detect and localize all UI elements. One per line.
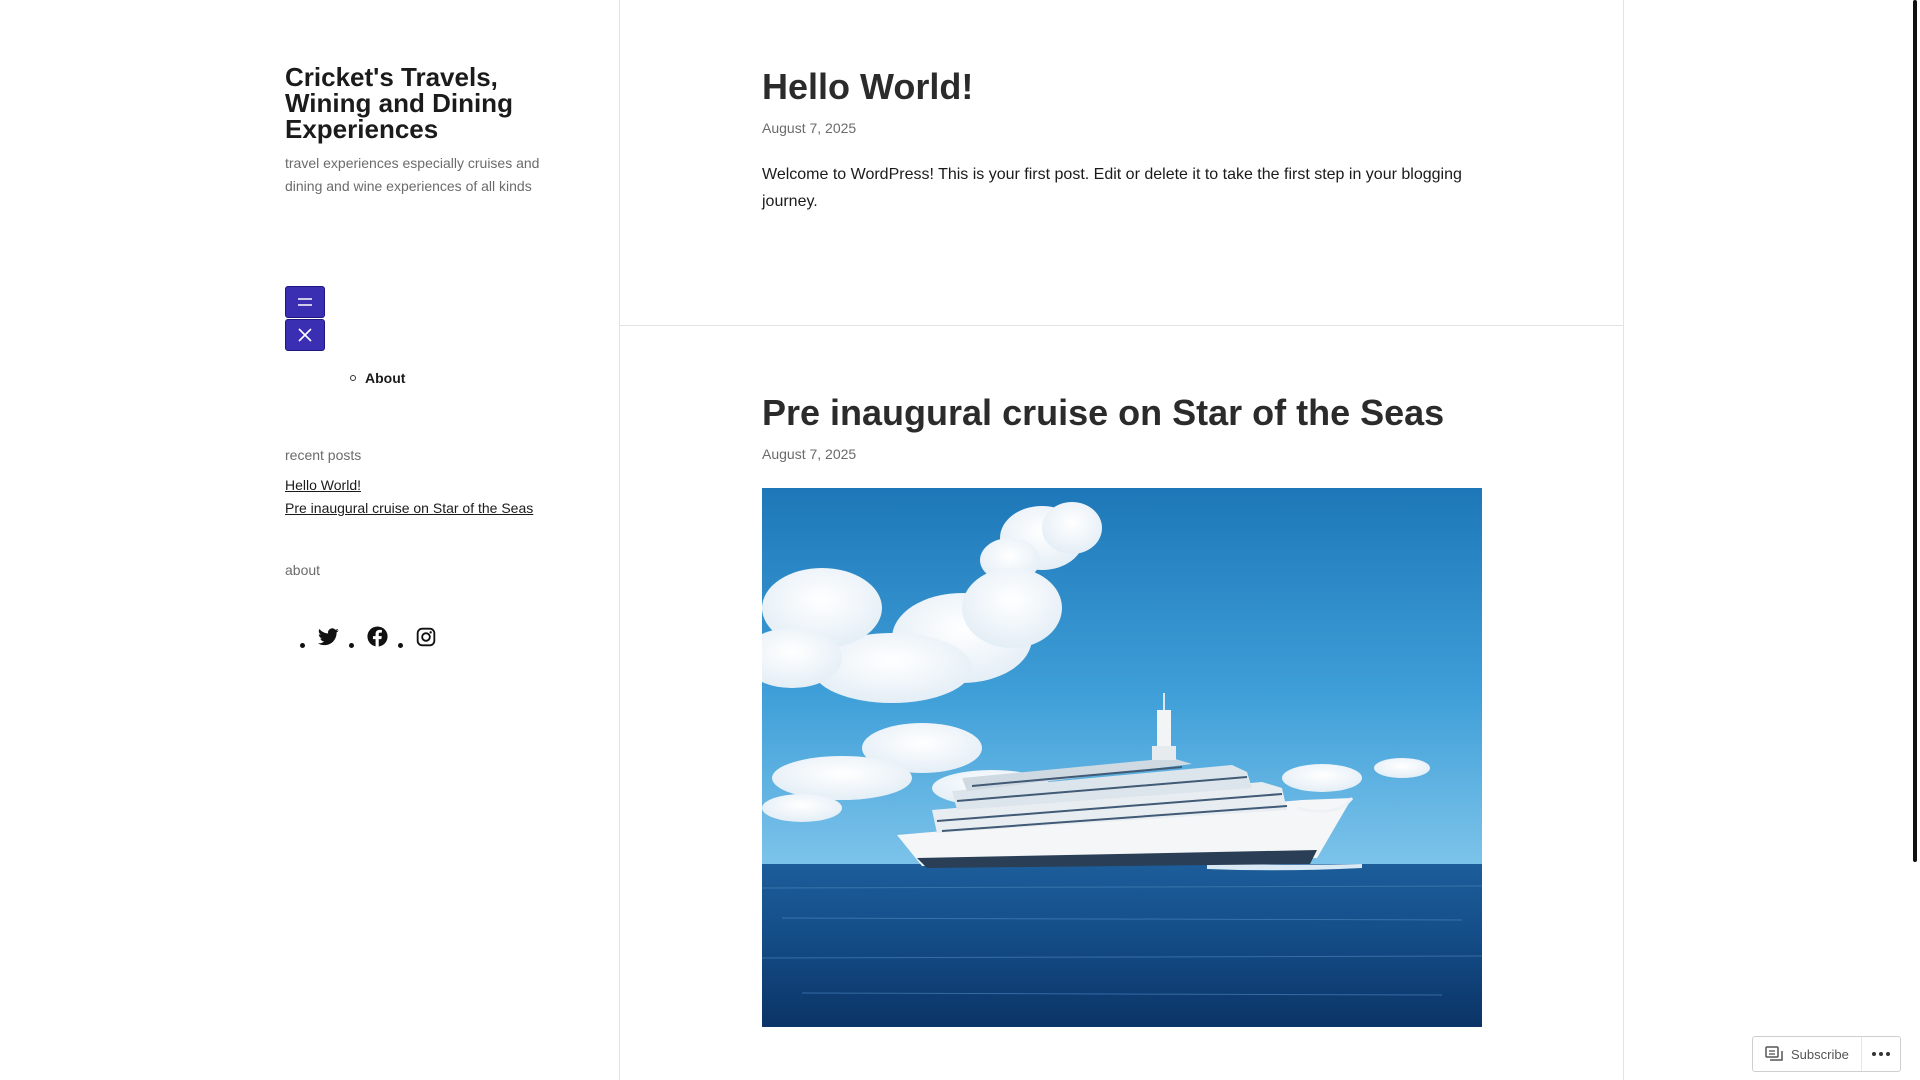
- list-bullet: [300, 643, 305, 648]
- post-date[interactable]: August 7, 2025: [762, 120, 856, 136]
- twitter-icon[interactable]: [317, 626, 339, 648]
- content-divider-left: [619, 0, 620, 1080]
- instagram-icon[interactable]: [415, 626, 437, 648]
- subscribe-label: Subscribe: [1791, 1046, 1849, 1062]
- about-heading: about: [285, 562, 321, 578]
- recent-post-link[interactable]: Pre inaugural cruise on Star of the Seas: [285, 500, 533, 516]
- post-title[interactable]: Pre inaugural cruise on Star of the Seas: [762, 391, 1444, 435]
- list-bullet: [398, 643, 403, 648]
- recent-posts-heading: recent posts: [285, 447, 362, 463]
- menu-open-button[interactable]: [285, 286, 325, 318]
- post-date[interactable]: August 7, 2025: [762, 446, 856, 462]
- list-item: Hello World!: [285, 474, 533, 497]
- page-scrollbar[interactable]: [1913, 0, 1917, 862]
- close-icon: [298, 328, 312, 342]
- list-item: Pre inaugural cruise on Star of the Seas: [285, 497, 533, 520]
- nav-item-about[interactable]: About: [348, 368, 405, 388]
- subscribe-button[interactable]: Subscribe: [1753, 1037, 1849, 1071]
- ellipsis-icon: [1872, 1052, 1890, 1056]
- primary-nav: About: [348, 368, 405, 388]
- more-options-button[interactable]: [1861, 1037, 1900, 1071]
- post-title[interactable]: Hello World!: [762, 65, 973, 109]
- recent-post-link[interactable]: Hello World!: [285, 477, 361, 493]
- subscribe-bar: Subscribe: [1752, 1036, 1901, 1072]
- menu-icon: [298, 298, 312, 306]
- post-excerpt: Welcome to WordPress! This is your first…: [762, 166, 1462, 210]
- featured-image-cruise-ship[interactable]: [762, 488, 1482, 1027]
- reader-icon: [1765, 1046, 1783, 1061]
- menu-close-button[interactable]: [285, 319, 325, 351]
- sidebar: Cricket's Travels, Wining and Dining Exp…: [0, 0, 619, 1080]
- site-title[interactable]: Cricket's Travels, Wining and Dining Exp…: [285, 64, 575, 142]
- post-separator: [620, 325, 1623, 326]
- site-tagline: travel experiences especially cruises an…: [285, 155, 540, 194]
- facebook-icon[interactable]: [366, 626, 388, 648]
- list-bullet: [349, 643, 354, 648]
- content-divider-right: [1623, 0, 1624, 1080]
- social-links: [300, 625, 447, 648]
- recent-posts-list: Hello World! Pre inaugural cruise on Sta…: [285, 474, 533, 520]
